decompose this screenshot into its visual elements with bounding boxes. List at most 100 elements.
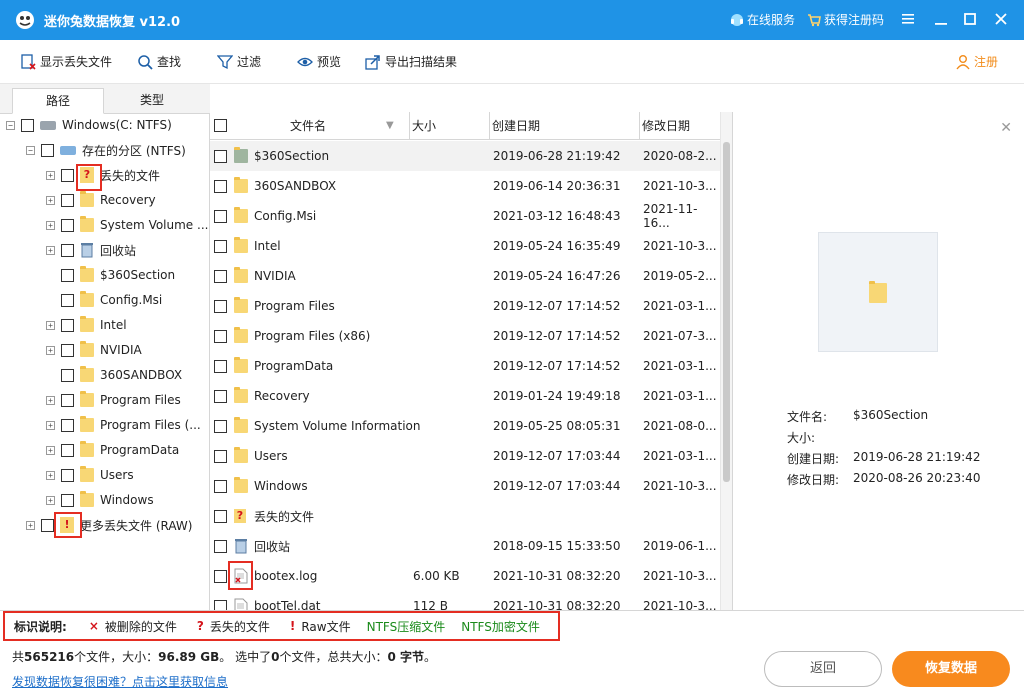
table-row[interactable]: Program Files 2019-12-07 17:14:52 2021-03-… [210, 291, 720, 321]
row-checkbox[interactable] [214, 509, 227, 523]
tree-node-lost-files[interactable]: + ? 丢失的文件 [46, 165, 160, 185]
tab-path[interactable]: 路径 [12, 88, 104, 114]
register-button[interactable]: 注册 [955, 53, 998, 70]
get-code-button[interactable]: 获得注册码 [807, 11, 884, 28]
table-row[interactable]: Config.Msi 2021-03-12 16:48:43 2021-11-16.… [210, 201, 720, 231]
row-checkbox[interactable] [214, 179, 227, 193]
tree-node-recovery[interactable]: + Recovery [46, 190, 156, 210]
table-row[interactable]: Intel 2019-05-24 16:35:49 2021-10-3... [210, 231, 720, 261]
row-checkbox[interactable] [214, 539, 227, 553]
checkbox[interactable] [61, 468, 74, 482]
tree-node-nvidia[interactable]: + NVIDIA [46, 340, 142, 360]
expand-icon[interactable]: + [46, 495, 55, 505]
collapse-icon[interactable]: − [26, 145, 35, 155]
scrollbar-thumb[interactable] [723, 142, 730, 482]
expand-icon[interactable]: + [46, 470, 55, 480]
row-checkbox[interactable] [214, 449, 227, 463]
checkbox[interactable] [41, 143, 54, 157]
table-row[interactable]: ? 丢失的文件 [210, 501, 720, 531]
table-row[interactable]: $360Section 2019-06-28 21:19:42 2020-08-2.… [210, 141, 720, 171]
checkbox[interactable] [61, 218, 74, 232]
close-icon[interactable] [990, 8, 1012, 30]
tree-node-programdata[interactable]: + ProgramData [46, 440, 179, 460]
row-checkbox[interactable] [214, 299, 227, 313]
tree-node-windows[interactable]: + Windows [46, 490, 154, 510]
table-row[interactable]: 回收站 2018-09-15 15:33:50 2019-06-1... [210, 531, 720, 561]
tree-node-program-files-x86[interactable]: + Program Files (... [46, 415, 201, 435]
column-size[interactable]: 大小 [410, 112, 490, 140]
table-row[interactable]: Users 2019-12-07 17:03:44 2021-03-1... [210, 441, 720, 471]
table-row[interactable]: Windows 2019-12-07 17:03:44 2021-10-3... [210, 471, 720, 501]
row-checkbox[interactable] [214, 569, 227, 583]
expand-icon[interactable]: + [46, 345, 55, 355]
expand-icon[interactable]: + [46, 195, 55, 205]
expand-icon[interactable]: + [46, 320, 55, 330]
expand-icon[interactable]: + [46, 420, 55, 430]
tree-node-raw[interactable]: + ! 更多丢失文件 (RAW) [26, 515, 192, 535]
row-checkbox[interactable] [214, 269, 227, 283]
collapse-icon[interactable]: − [6, 120, 15, 130]
expand-icon[interactable]: + [46, 395, 55, 405]
checkbox[interactable] [61, 343, 74, 357]
tree-node-system-volume[interactable]: + System Volume ... [46, 215, 208, 235]
row-checkbox[interactable] [214, 479, 227, 493]
table-row[interactable]: bootex.log 6.00 KB 2021-10-31 08:32:20 2021… [210, 561, 720, 591]
find-button[interactable]: 查找 [137, 53, 181, 70]
recover-button[interactable]: 恢复数据 [892, 651, 1010, 687]
tree-node-program-files[interactable]: + Program Files [46, 390, 181, 410]
tab-type[interactable]: 类型 [106, 88, 198, 114]
export-results-button[interactable]: 导出扫描结果 [365, 53, 457, 70]
table-row[interactable]: System Volume Information 2019-05-25 08:0… [210, 411, 720, 441]
table-row[interactable]: bootTel.dat 112 B 2021-10-31 08:32:20 2021-… [210, 591, 720, 610]
menu-icon[interactable] [897, 8, 919, 30]
tree-node-drive[interactable]: − Windows(C: NTFS) [6, 115, 172, 135]
online-service-button[interactable]: 在线服务 [730, 11, 795, 28]
row-checkbox[interactable] [214, 329, 227, 343]
checkbox[interactable] [61, 318, 74, 332]
file-list-scrollbar[interactable] [720, 112, 732, 610]
table-row[interactable]: Recovery 2019-01-24 19:49:18 2021-03-1... [210, 381, 720, 411]
row-checkbox[interactable] [214, 419, 227, 433]
column-name[interactable]: 文件名 ▼ [210, 112, 410, 140]
checkbox[interactable] [41, 518, 54, 532]
expand-icon[interactable]: + [26, 520, 35, 530]
row-checkbox[interactable] [214, 359, 227, 373]
checkbox[interactable] [61, 168, 74, 182]
tree-node-360sandbox[interactable]: 360SANDBOX [46, 365, 182, 385]
expand-icon[interactable]: + [46, 445, 55, 455]
table-row[interactable]: Program Files (x86) 2019-12-07 17:14:52 20… [210, 321, 720, 351]
row-checkbox[interactable] [214, 389, 227, 403]
checkbox[interactable] [61, 393, 74, 407]
table-row[interactable]: 360SANDBOX 2019-06-14 20:36:31 2021-10-3..… [210, 171, 720, 201]
checkbox[interactable] [61, 418, 74, 432]
row-checkbox[interactable] [214, 239, 227, 253]
expand-icon[interactable]: + [46, 170, 55, 180]
filter-button[interactable]: 过滤 [217, 53, 261, 70]
column-created[interactable]: 创建日期 [490, 112, 640, 140]
tree-node-config-msi[interactable]: Config.Msi [46, 290, 162, 310]
checkbox[interactable] [61, 443, 74, 457]
table-row[interactable]: ProgramData 2019-12-07 17:14:52 2021-03-1.… [210, 351, 720, 381]
expand-icon[interactable]: + [46, 220, 55, 230]
checkbox[interactable] [61, 493, 74, 507]
checkbox[interactable] [61, 193, 74, 207]
tree-node-recycle-bin[interactable]: + 回收站 [46, 240, 136, 260]
preview-button[interactable]: 预览 [297, 53, 341, 70]
minimize-icon[interactable] [930, 8, 952, 30]
checkbox[interactable] [61, 268, 74, 282]
row-checkbox[interactable] [214, 149, 227, 163]
table-row[interactable]: NVIDIA 2019-05-24 16:47:26 2019-05-2... [210, 261, 720, 291]
tree-node-users[interactable]: + Users [46, 465, 134, 485]
checkbox[interactable] [61, 243, 74, 257]
column-modified[interactable]: 修改日期 [640, 112, 720, 140]
checkbox[interactable] [21, 118, 34, 132]
preview-close-icon[interactable]: ✕ [1000, 120, 1012, 136]
show-lost-files-button[interactable]: 显示丢失文件 [20, 53, 112, 70]
expand-icon[interactable]: + [46, 245, 55, 255]
row-checkbox[interactable] [214, 209, 227, 223]
tree-node-360section[interactable]: $360Section [46, 265, 175, 285]
maximize-icon[interactable] [959, 8, 981, 30]
help-link[interactable]: 发现数据恢复很困难？点击这里获取信息 [12, 673, 228, 690]
tree-node-intel[interactable]: + Intel [46, 315, 127, 335]
checkbox[interactable] [61, 368, 74, 382]
